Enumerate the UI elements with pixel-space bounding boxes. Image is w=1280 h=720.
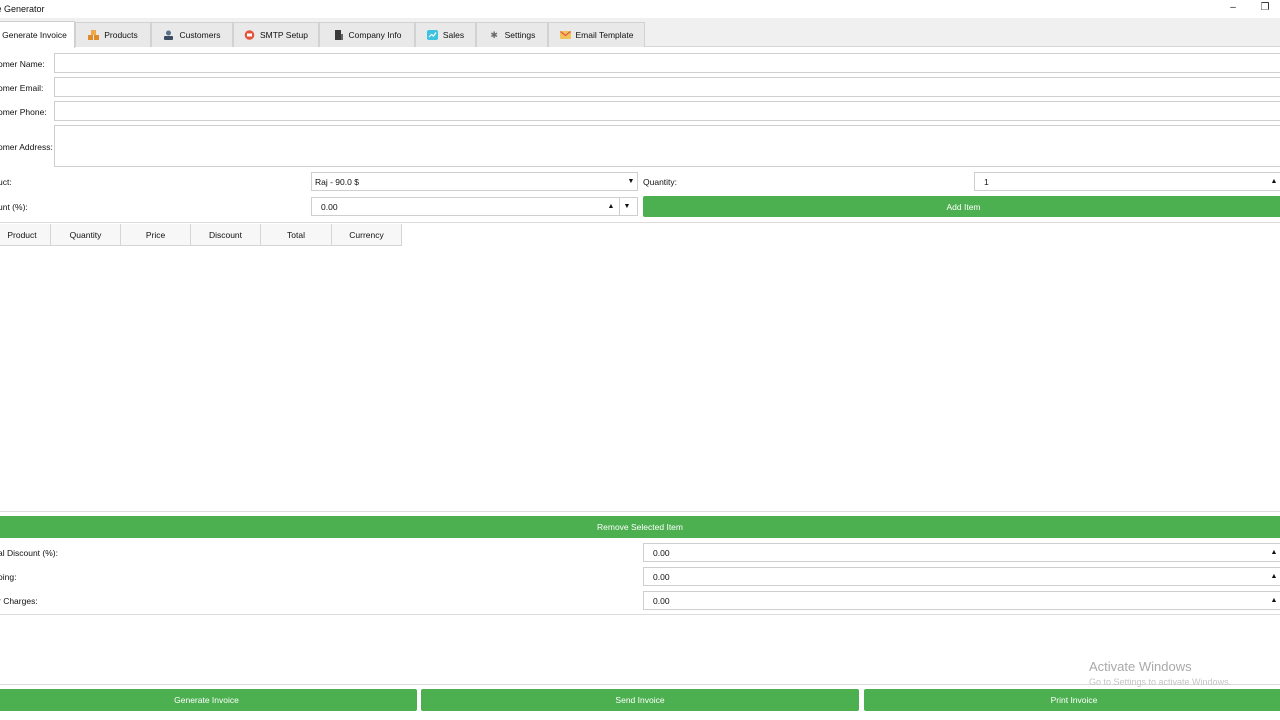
column-header-price[interactable]: Price: [121, 224, 191, 246]
product-combobox[interactable]: Raj - 90.0 $ ▼: [311, 172, 638, 191]
chevron-down-icon[interactable]: ▼: [626, 173, 636, 190]
customer-phone-label: omer Phone:: [0, 107, 47, 117]
tab-label: Email Template: [575, 30, 634, 40]
tab-smtp-setup[interactable]: SMTP Setup: [233, 22, 319, 47]
discount-spinbox[interactable]: 0.00 ▲ ▼: [311, 197, 638, 216]
title-bar: ce Generator – ❐: [0, 0, 1280, 18]
other-charges-spinbox[interactable]: 0.00 ▲: [643, 591, 1280, 610]
send-invoice-button[interactable]: Send Invoice: [421, 689, 859, 711]
product-selected-value: Raj - 90.0 $: [315, 176, 359, 187]
window-title: ce Generator: [0, 4, 45, 14]
spin-up-icon[interactable]: ▲: [1269, 592, 1279, 609]
other-charges-value: 0.00: [653, 595, 670, 606]
customer-phone-input[interactable]: [54, 101, 1280, 121]
spin-down-icon[interactable]: ▼: [619, 198, 634, 215]
restore-button[interactable]: ❐: [1253, 1, 1277, 15]
quantity-value: 1: [984, 176, 989, 187]
tab-settings[interactable]: ✱ Settings: [476, 22, 548, 47]
divider: [0, 614, 1280, 615]
tab-generate-invoice[interactable]: Generate Invoice: [0, 21, 75, 48]
customer-email-input[interactable]: [54, 77, 1280, 97]
minimize-button[interactable]: –: [1221, 1, 1245, 15]
column-header-product[interactable]: Product: [0, 224, 51, 246]
tab-label: SMTP Setup: [259, 30, 309, 40]
smtp-icon: [244, 30, 255, 40]
spin-up-icon[interactable]: ▲: [1269, 544, 1279, 561]
shipping-label: oing:: [0, 572, 17, 582]
boxes-icon: [88, 30, 100, 40]
customers-icon: [163, 30, 174, 40]
tab-company-info[interactable]: Company Info: [319, 22, 415, 47]
total-discount-label: al Discount (%):: [0, 548, 58, 558]
tab-label: Products: [104, 30, 138, 40]
activate-windows-hint: Go to Settings to activate Windows.: [1089, 677, 1232, 687]
customer-name-input[interactable]: [54, 53, 1280, 73]
print-invoice-button[interactable]: Print Invoice: [864, 689, 1280, 711]
other-charges-label: r Charges:: [0, 596, 38, 606]
total-discount-value: 0.00: [653, 547, 670, 558]
customer-address-label: omer Address:: [0, 142, 53, 152]
total-discount-spinbox[interactable]: 0.00 ▲: [643, 543, 1280, 562]
remove-selected-item-button[interactable]: Remove Selected Item: [0, 516, 1280, 538]
column-header-total[interactable]: Total: [261, 224, 332, 246]
discount-value: 0.00: [321, 201, 338, 212]
tab-label: Sales: [442, 30, 465, 40]
add-item-button[interactable]: Add Item: [643, 196, 1280, 217]
items-table[interactable]: Product Quantity Price Discount Total Cu…: [0, 222, 1280, 512]
column-header-discount[interactable]: Discount: [191, 224, 261, 246]
column-header-currency[interactable]: Currency: [332, 224, 402, 246]
tab-label: Customers: [179, 30, 221, 40]
shipping-spinbox[interactable]: 0.00 ▲: [643, 567, 1280, 586]
gear-icon: ✱: [490, 30, 498, 40]
column-header-quantity[interactable]: Quantity: [51, 224, 121, 246]
discount-label: unt (%):: [0, 202, 28, 212]
spin-up-icon[interactable]: ▲: [1269, 173, 1279, 190]
tab-bar: Generate Invoice Products Customers SMTP…: [0, 18, 1280, 48]
product-label: uct:: [0, 177, 12, 187]
customer-name-label: omer Name:: [0, 59, 45, 69]
generate-invoice-button[interactable]: Generate Invoice: [0, 689, 417, 711]
tab-products[interactable]: Products: [75, 22, 151, 47]
tab-label: Generate Invoice: [2, 30, 67, 40]
spin-up-icon[interactable]: ▲: [1269, 568, 1279, 585]
spin-up-icon[interactable]: ▲: [606, 198, 616, 215]
shipping-value: 0.00: [653, 571, 670, 582]
tab-sales[interactable]: Sales: [415, 22, 476, 47]
tab-customers[interactable]: Customers: [151, 22, 233, 47]
customer-address-textarea[interactable]: [54, 125, 1280, 167]
tab-email-template[interactable]: Email Template: [548, 22, 645, 47]
building-icon: [333, 30, 344, 40]
tab-label: Company Info: [348, 30, 402, 40]
activate-windows-watermark: Activate Windows: [1089, 659, 1192, 674]
email-template-icon: [559, 30, 571, 40]
customer-email-label: omer Email:: [0, 83, 44, 93]
tab-label: Settings: [504, 30, 536, 40]
sales-icon: [426, 30, 438, 40]
quantity-spinbox[interactable]: 1 ▲: [974, 172, 1280, 191]
quantity-label: Quantity:: [643, 177, 678, 187]
divider: [0, 684, 1280, 685]
